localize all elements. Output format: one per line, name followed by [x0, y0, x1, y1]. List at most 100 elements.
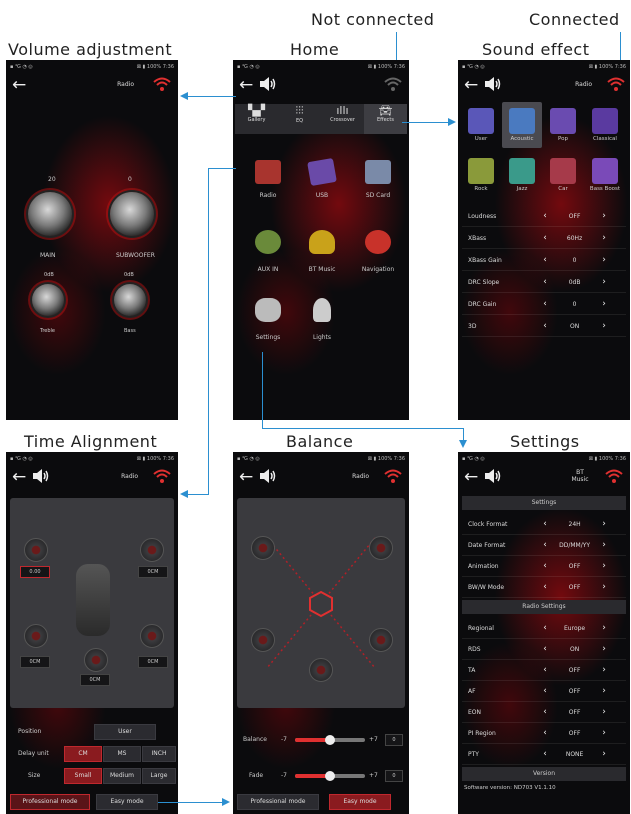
speaker-front-right[interactable] — [140, 538, 164, 562]
back-button[interactable]: ← — [12, 466, 26, 488]
speaker-front-left[interactable] — [24, 538, 48, 562]
chevron-right-icon[interactable]: › — [596, 277, 612, 287]
delay-unit-inch[interactable]: INCH — [142, 746, 176, 762]
navigation-app-icon[interactable] — [365, 230, 391, 254]
delay-unit-ms[interactable]: MS — [103, 746, 141, 762]
usb-app-icon[interactable] — [307, 157, 337, 187]
chevron-right-icon[interactable]: › — [596, 686, 612, 696]
delay-chip-rear-left[interactable]: 0CM — [20, 656, 50, 668]
chevron-left-icon[interactable]: ‹ — [537, 623, 553, 633]
speaker-subwoofer[interactable] — [84, 648, 108, 672]
chevron-left-icon[interactable]: ‹ — [537, 644, 553, 654]
wifi-icon[interactable] — [606, 76, 626, 92]
professional-mode-button[interactable]: Professional mode — [237, 794, 319, 810]
fade-slider[interactable] — [295, 771, 365, 781]
chevron-left-icon[interactable]: ‹ — [537, 321, 553, 331]
tab-crossover[interactable]: ıllı Crossover — [321, 104, 364, 134]
settings-app-icon[interactable] — [255, 298, 281, 322]
chevron-left-icon[interactable]: ‹ — [537, 540, 553, 550]
back-button[interactable]: ← — [12, 74, 26, 96]
speaker-icon[interactable] — [259, 76, 277, 92]
speaker-rear-right[interactable] — [140, 624, 164, 648]
speaker-subwoofer[interactable] — [309, 658, 333, 682]
balance-slider-thumb[interactable] — [325, 735, 335, 745]
tab-effects[interactable]: 🚘︎ Effects — [364, 104, 407, 134]
wifi-icon[interactable] — [383, 468, 403, 484]
chevron-right-icon[interactable]: › — [596, 561, 612, 571]
bass-knob[interactable] — [114, 284, 146, 316]
fade-slider-thumb[interactable] — [325, 771, 335, 781]
back-button[interactable]: ← — [464, 466, 478, 488]
preset-acoustic-tile[interactable] — [509, 108, 535, 134]
chevron-right-icon[interactable]: › — [596, 665, 612, 675]
bt-music-app-icon[interactable] — [309, 230, 335, 254]
tab-gallery[interactable]: ▚▞ Gallery — [235, 104, 278, 134]
chevron-right-icon[interactable]: › — [596, 728, 612, 738]
chevron-left-icon[interactable]: ‹ — [537, 728, 553, 738]
radio-app-icon[interactable] — [255, 160, 281, 184]
wifi-icon[interactable] — [152, 76, 172, 92]
chevron-right-icon[interactable]: › — [596, 211, 612, 221]
speaker-icon[interactable] — [32, 468, 50, 484]
chevron-left-icon[interactable]: ‹ — [537, 277, 553, 287]
delay-chip-subwoofer[interactable]: 0CM — [80, 674, 110, 686]
back-button[interactable]: ← — [239, 74, 253, 96]
balance-slider[interactable] — [295, 735, 365, 745]
speaker-front-right[interactable] — [369, 536, 393, 560]
chevron-right-icon[interactable]: › — [596, 623, 612, 633]
easy-mode-button[interactable]: Easy mode — [96, 794, 158, 810]
chevron-right-icon[interactable]: › — [596, 644, 612, 654]
preset-user-tile[interactable] — [468, 108, 494, 134]
easy-mode-button[interactable]: Easy mode — [329, 794, 391, 810]
chevron-right-icon[interactable]: › — [596, 707, 612, 717]
size-small[interactable]: Small — [64, 768, 102, 784]
speaker-rear-right[interactable] — [369, 628, 393, 652]
chevron-left-icon[interactable]: ‹ — [537, 211, 553, 221]
chevron-right-icon[interactable]: › — [596, 519, 612, 529]
chevron-left-icon[interactable]: ‹ — [537, 255, 553, 265]
chevron-left-icon[interactable]: ‹ — [537, 707, 553, 717]
delay-chip-front-right[interactable]: 0CM — [138, 566, 168, 578]
chevron-right-icon[interactable]: › — [596, 321, 612, 331]
chevron-right-icon[interactable]: › — [596, 540, 612, 550]
tab-eq[interactable]: ⫶⫶⫶ EQ — [278, 104, 321, 134]
chevron-left-icon[interactable]: ‹ — [537, 686, 553, 696]
wifi-icon[interactable] — [383, 76, 403, 92]
preset-classical-tile[interactable] — [592, 108, 618, 134]
chevron-right-icon[interactable]: › — [596, 582, 612, 592]
speaker-icon[interactable] — [259, 468, 277, 484]
preset-pop-tile[interactable] — [550, 108, 576, 134]
chevron-left-icon[interactable]: ‹ — [537, 749, 553, 759]
professional-mode-button[interactable]: Professional mode — [10, 794, 90, 810]
chevron-left-icon[interactable]: ‹ — [537, 582, 553, 592]
speaker-rear-left[interactable] — [24, 624, 48, 648]
speaker-rear-left[interactable] — [251, 628, 275, 652]
chevron-left-icon[interactable]: ‹ — [537, 665, 553, 675]
position-select[interactable]: User — [94, 724, 156, 740]
subwoofer-volume-knob[interactable] — [110, 192, 154, 236]
lights-app-icon[interactable] — [313, 298, 331, 322]
size-medium[interactable]: Medium — [103, 768, 141, 784]
delay-chip-front-left[interactable]: 0.00 — [20, 566, 50, 578]
treble-knob[interactable] — [32, 284, 64, 316]
chevron-left-icon[interactable]: ‹ — [537, 233, 553, 243]
sd-card-app-icon[interactable] — [365, 160, 391, 184]
chevron-left-icon[interactable]: ‹ — [537, 519, 553, 529]
chevron-right-icon[interactable]: › — [596, 749, 612, 759]
delay-chip-rear-right[interactable]: 0CM — [138, 656, 168, 668]
back-button[interactable]: ← — [239, 466, 253, 488]
speaker-icon[interactable] — [484, 468, 502, 484]
chevron-right-icon[interactable]: › — [596, 255, 612, 265]
size-large[interactable]: Large — [142, 768, 176, 784]
back-button[interactable]: ← — [464, 74, 478, 96]
chevron-left-icon[interactable]: ‹ — [537, 299, 553, 309]
delay-unit-cm[interactable]: CM — [64, 746, 102, 762]
wifi-icon[interactable] — [604, 468, 624, 484]
speaker-front-left[interactable] — [251, 536, 275, 560]
chevron-right-icon[interactable]: › — [596, 233, 612, 243]
speaker-icon[interactable] — [484, 76, 502, 92]
preset-jazz-tile[interactable] — [509, 158, 535, 184]
main-volume-knob[interactable] — [28, 192, 72, 236]
chevron-left-icon[interactable]: ‹ — [537, 561, 553, 571]
preset-car-tile[interactable] — [550, 158, 576, 184]
